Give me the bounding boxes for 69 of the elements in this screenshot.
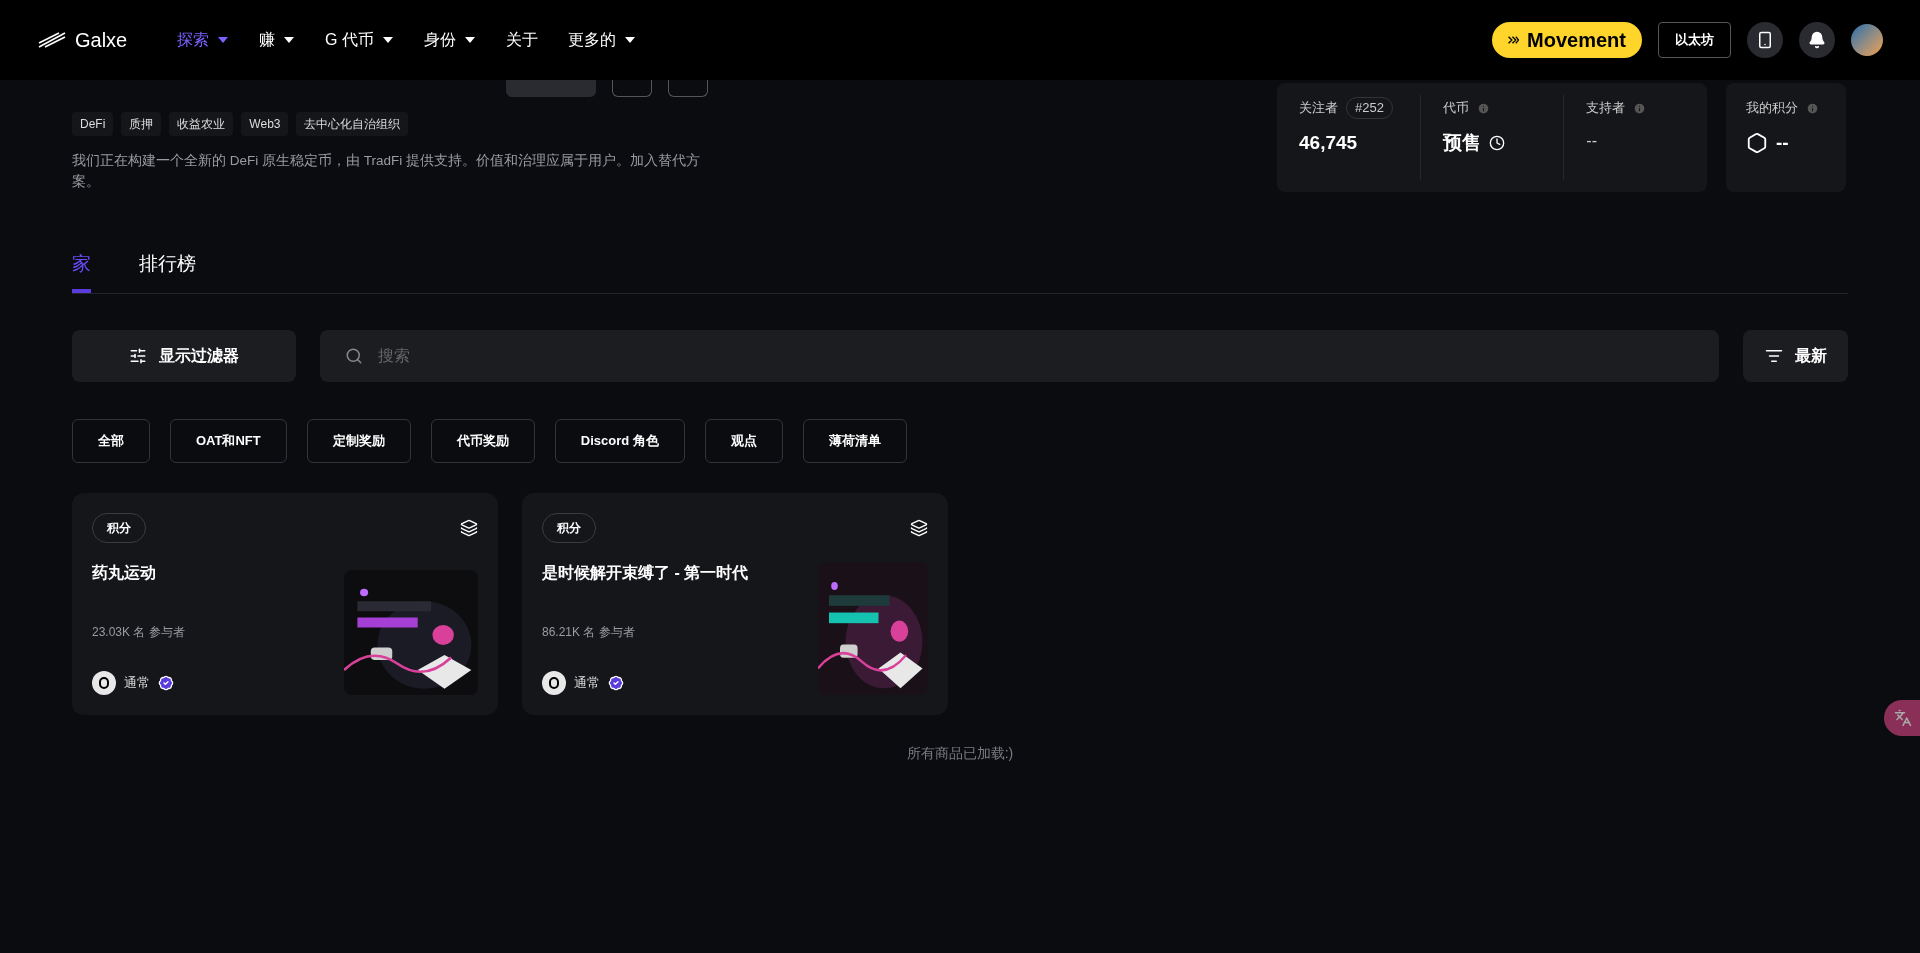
host-name: 通常 — [574, 673, 600, 692]
tag: 收益农业 — [169, 112, 234, 136]
stat-value: 46,745 — [1299, 131, 1358, 155]
nav-item[interactable]: 更多的 — [567, 28, 636, 52]
tag: 去中心化自治组织 — [296, 112, 409, 136]
filter-chip[interactable]: 全部 — [72, 418, 150, 463]
tab[interactable]: 家 — [72, 250, 91, 293]
search-icon — [345, 346, 363, 365]
tag: DeFi — [72, 112, 114, 136]
campaign-card[interactable]: 积分 药丸运动 23.03K 名 参与者 通常 — [72, 492, 498, 715]
caret-icon — [381, 36, 394, 44]
stat-value: -- — [1586, 131, 1597, 151]
stat-label: 代币 — [1442, 99, 1469, 118]
nav-item[interactable]: 身份 — [423, 28, 476, 52]
layers-icon — [460, 518, 478, 537]
nav-item[interactable]: 探索 — [177, 28, 229, 52]
hexagon-icon — [1746, 132, 1768, 155]
nav-item[interactable]: 关于 — [505, 28, 538, 52]
caret-icon — [463, 36, 476, 44]
info-icon — [1476, 101, 1490, 115]
avatar[interactable] — [1851, 24, 1883, 56]
share-button[interactable] — [612, 80, 652, 97]
sliders-icon — [129, 346, 147, 365]
points-value: -- — [1776, 131, 1789, 155]
participant-count: 23.03K 名 参与者 — [92, 623, 186, 641]
logo-text: Galxe — [75, 28, 128, 53]
stat-label: 支持者 — [1586, 99, 1626, 118]
filter-chip[interactable]: 代币奖励 — [430, 418, 535, 463]
filter-chip[interactable]: 观点 — [704, 418, 783, 463]
campaign-title: 是时候解开束缚了 - 第一时代 — [542, 562, 750, 583]
clock-icon — [1488, 135, 1505, 152]
stat-label: 关注者 — [1299, 99, 1338, 118]
tag: Web3 — [241, 112, 289, 136]
filter-chip[interactable]: Discord 角色 — [554, 418, 685, 463]
promo-button[interactable]: Movement — [1492, 22, 1642, 58]
host-avatar — [542, 670, 566, 695]
caret-icon — [217, 36, 229, 44]
more-button[interactable] — [668, 80, 708, 97]
campaign-card[interactable]: 积分 是时候解开束缚了 - 第一时代 86.21K 名 参与者 通常 — [522, 492, 948, 715]
smartphone-icon — [1756, 31, 1774, 49]
translate-icon — [1894, 709, 1912, 727]
network-button[interactable]: 以太坊 — [1658, 22, 1731, 58]
tab[interactable]: 排行榜 — [139, 250, 196, 293]
stat-label: 我的积分 — [1746, 99, 1798, 118]
tag: 质押 — [121, 112, 162, 136]
filter-chip[interactable]: 定制奖励 — [306, 418, 411, 463]
campaign-title: 药丸运动 — [92, 562, 157, 583]
filter-chip[interactable]: OAT和NFT — [170, 418, 287, 463]
filter-button[interactable]: 显示过滤器 — [72, 329, 296, 382]
end-of-list-message: 所有商品已加载:) — [905, 743, 1015, 763]
filter-chip[interactable]: 薄荷清单 — [802, 418, 907, 463]
info-icon — [1806, 101, 1819, 115]
info-icon — [1633, 101, 1647, 115]
search-field[interactable]: 搜索 — [320, 329, 1719, 382]
space-description: 我们正在构建一个全新的 DeFi 原生稳定币，由 TradFi 提供支持。价值和治理应属于用户。加入替代方案。 — [72, 152, 701, 191]
stat-value: 预售 — [1442, 131, 1481, 155]
mobile-app-button[interactable] — [1747, 22, 1783, 58]
layers-icon — [910, 518, 928, 537]
nav-item[interactable]: 赚 — [259, 28, 295, 52]
caret-icon — [283, 36, 295, 44]
host-name: 通常 — [124, 673, 150, 692]
notifications-button[interactable] — [1799, 22, 1835, 58]
bell-icon — [1808, 31, 1826, 49]
sort-button[interactable]: 最新 — [1743, 329, 1848, 382]
participant-count: 86.21K 名 参与者 — [542, 623, 636, 641]
host-avatar — [92, 670, 116, 695]
logo-icon — [37, 32, 67, 48]
nav-item[interactable]: G 代币 — [325, 28, 394, 52]
caret-icon — [623, 36, 636, 44]
